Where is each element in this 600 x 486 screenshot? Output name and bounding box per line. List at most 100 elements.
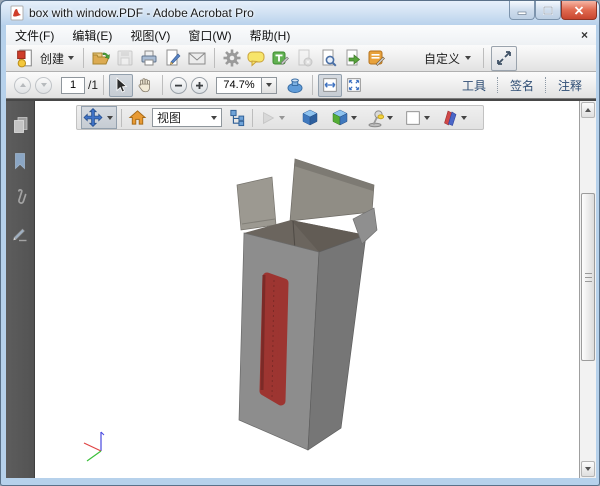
close-button[interactable]: [561, 1, 597, 20]
forms-icon: [366, 48, 386, 68]
box-window-left-edge: [262, 275, 264, 390]
thumb-grip: [585, 281, 592, 282]
vertical-scrollbar[interactable]: [579, 101, 596, 478]
export-document-button[interactable]: [340, 47, 364, 70]
dropdown-arrow-icon: [266, 83, 272, 87]
comment-button[interactable]: [244, 47, 268, 70]
axis-x: [84, 443, 101, 451]
title-bar[interactable]: box with window.PDF - Adobe Acrobat Pro: [1, 1, 599, 25]
acrobat-logo-icon: [9, 5, 25, 21]
cross-section-icon: [440, 108, 460, 128]
render-mode-cube-icon: [300, 108, 320, 128]
tools-panel-button[interactable]: 工具: [451, 77, 497, 94]
background-color-button[interactable]: [402, 107, 424, 128]
model-tree-icon: [228, 108, 247, 127]
fit-page-button[interactable]: [342, 74, 366, 97]
ink-bottle-icon: [285, 75, 305, 95]
dropdown-arrow-icon[interactable]: [351, 116, 357, 120]
scroll-up-button[interactable]: [581, 102, 595, 118]
scrollbar-thumb[interactable]: [581, 193, 595, 361]
zoom-level-value[interactable]: 74.7%: [216, 77, 262, 94]
page-thumbnails-icon[interactable]: [10, 115, 30, 135]
menu-view[interactable]: 视图(V): [121, 25, 179, 46]
scroll-up-icon: [585, 108, 591, 112]
zoom-out-button[interactable]: [170, 77, 187, 94]
signatures-icon[interactable]: [10, 223, 30, 243]
save-file-icon: [115, 48, 135, 68]
hand-tool-button[interactable]: [133, 74, 157, 97]
comment-bubble-icon: [246, 48, 266, 68]
separator: [483, 48, 484, 68]
next-page-button: [35, 77, 52, 94]
print-button[interactable]: [137, 47, 161, 70]
attachments-icon[interactable]: [10, 187, 30, 207]
zoom-in-button[interactable]: [191, 77, 208, 94]
dropdown-arrow-icon: [107, 116, 113, 120]
dropdown-arrow-icon[interactable]: [461, 116, 467, 120]
bookmarks-icon[interactable]: [10, 151, 30, 171]
customize-button[interactable]: 自定义: [424, 50, 471, 67]
view-select[interactable]: 视图: [152, 108, 222, 127]
menu-window[interactable]: 窗口(W): [179, 25, 240, 46]
model-tree-button[interactable]: [226, 107, 248, 128]
open-file-button[interactable]: [89, 47, 113, 70]
text-edit-button[interactable]: [268, 47, 292, 70]
dropdown-arrow-icon: [279, 116, 285, 120]
menu-edit[interactable]: 编辑(E): [63, 25, 121, 46]
hand-tool-icon: [136, 76, 154, 94]
expand-view-button[interactable]: [491, 46, 517, 71]
fit-width-scroll-button[interactable]: [318, 74, 342, 97]
render-mode-button[interactable]: [299, 107, 321, 128]
axis-triad: [84, 432, 104, 461]
expand-view-icon: [495, 49, 513, 67]
scroll-down-button[interactable]: [581, 461, 595, 477]
separator: [252, 109, 253, 127]
rotate-tool-button[interactable]: [81, 106, 117, 129]
extra-options-button[interactable]: [329, 107, 351, 128]
3d-model-canvas[interactable]: [34, 101, 579, 478]
preferences-button[interactable]: [220, 47, 244, 70]
customize-label: 自定义: [424, 50, 460, 67]
menu-help[interactable]: 帮助(H): [241, 25, 300, 46]
separator: [83, 48, 84, 68]
zoom-level-dropdown[interactable]: [262, 77, 277, 94]
navigation-toolbar: /1 74.7%: [6, 72, 596, 99]
edit-pdf-button[interactable]: [161, 47, 185, 70]
find-document-icon: [318, 48, 338, 68]
create-button[interactable]: 创建: [6, 48, 78, 69]
home-view-button[interactable]: [126, 107, 148, 128]
cross-section-button[interactable]: [439, 107, 461, 128]
maximize-button[interactable]: [535, 1, 561, 20]
email-icon: [187, 48, 207, 68]
minimize-button[interactable]: [509, 1, 535, 20]
dropdown-arrow-icon[interactable]: [387, 116, 393, 120]
menu-file[interactable]: 文件(F): [6, 25, 63, 46]
find-document-button[interactable]: [316, 47, 340, 70]
thumb-grip: [585, 273, 592, 274]
dropdown-arrow-icon[interactable]: [424, 116, 430, 120]
delete-page-button: [292, 47, 316, 70]
fit-page-icon: [345, 76, 363, 94]
separator: [121, 109, 122, 127]
fit-width-scroll-icon: [321, 76, 339, 94]
create-pdf-icon: [14, 48, 36, 69]
select-tool-button[interactable]: [109, 74, 133, 97]
page-number-input[interactable]: [61, 77, 85, 94]
forms-button[interactable]: [364, 47, 388, 70]
lighting-button[interactable]: [365, 107, 387, 128]
previous-page-icon: [20, 83, 26, 87]
thumb-grip: [585, 277, 592, 278]
export-document-icon: [342, 48, 362, 68]
zoom-in-icon: [195, 81, 204, 90]
ink-bottle-button[interactable]: [283, 74, 307, 97]
separator: [103, 75, 104, 95]
extra-options-cube-icon: [330, 108, 350, 128]
sign-panel-button[interactable]: 签名: [499, 77, 545, 94]
comment-panel-button[interactable]: 注释: [547, 77, 596, 94]
select-tool-icon: [112, 76, 130, 94]
minimize-icon: [517, 6, 527, 15]
menubar-close-icon[interactable]: ×: [581, 28, 588, 42]
email-button[interactable]: [185, 47, 209, 70]
dropdown-arrow-icon: [68, 56, 74, 60]
rotate-3d-icon: [82, 107, 104, 128]
